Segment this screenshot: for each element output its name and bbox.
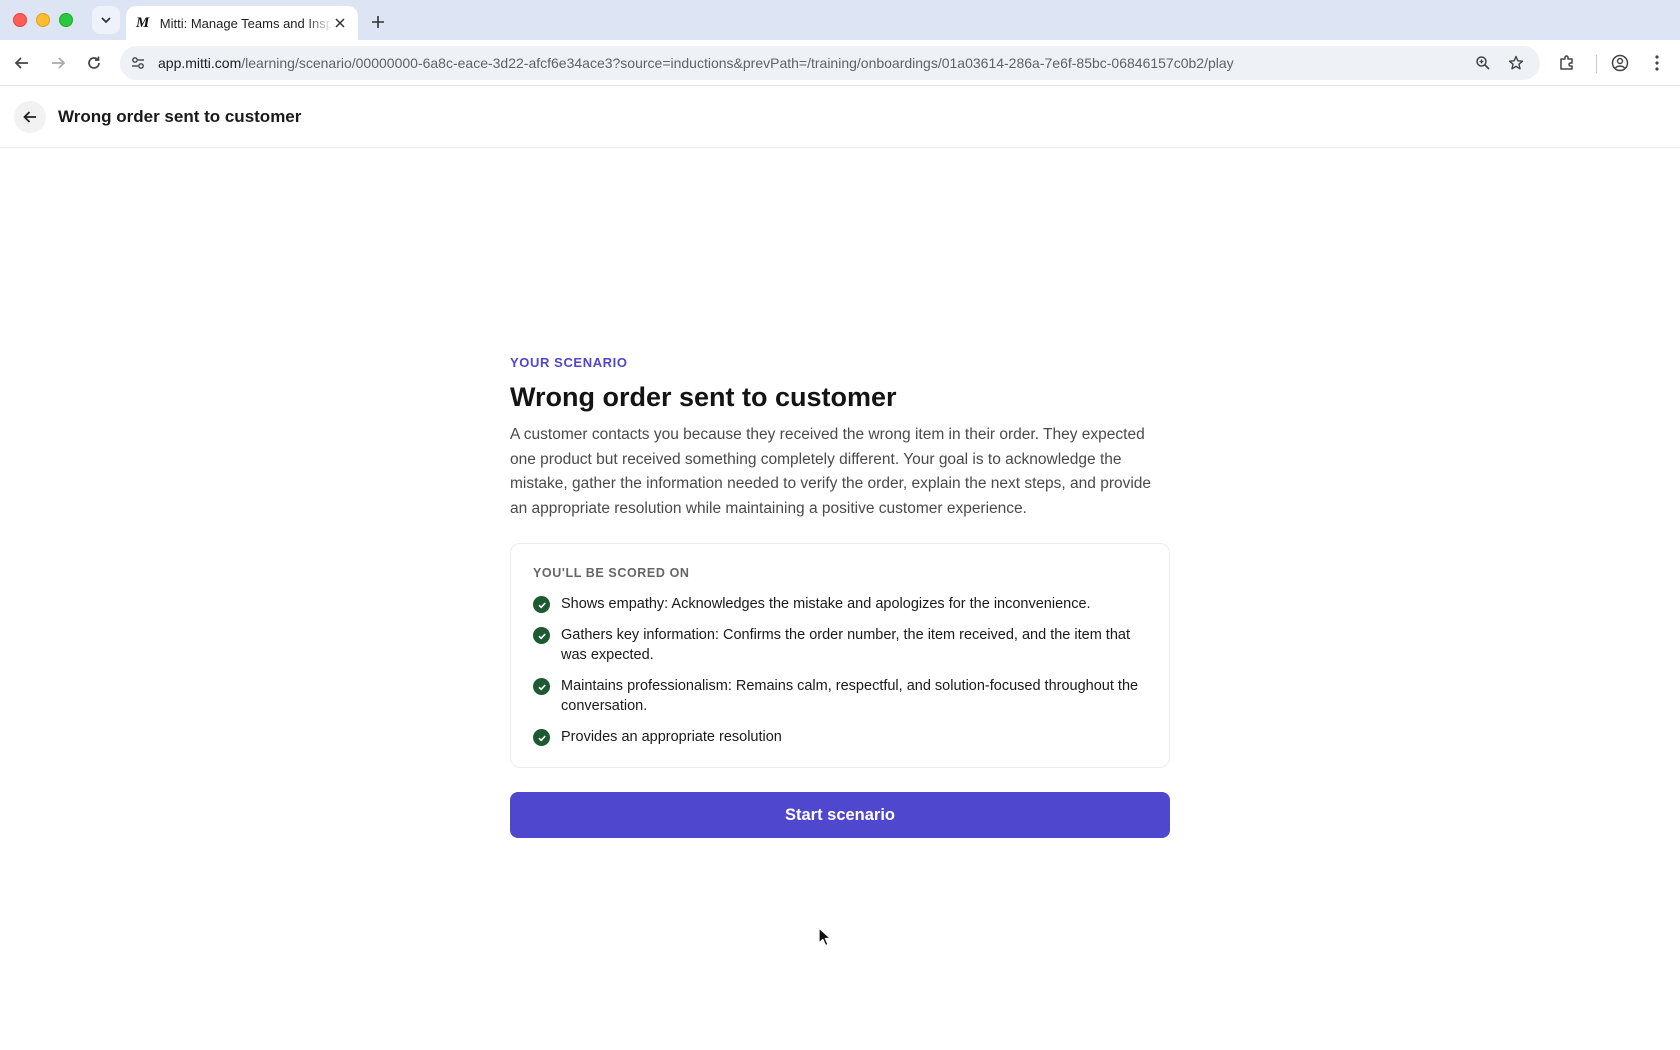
forward-nav-button[interactable] — [46, 51, 70, 75]
scoring-heading: YOU'LL BE SCORED ON — [533, 566, 690, 580]
profile-icon — [1611, 54, 1629, 72]
browser-tab[interactable]: M Mitti: Manage Teams and Inspections — [126, 6, 358, 40]
scenario-panel: YOUR SCENARIO Wrong order sent to custom… — [510, 355, 1170, 838]
mouse-cursor-icon — [818, 927, 832, 947]
check-circle-icon — [533, 596, 550, 613]
url-host: app.mitti.com — [158, 55, 242, 71]
toolbar-divider — [1596, 55, 1597, 73]
scoring-card: YOU'LL BE SCORED ON Shows empathy: Ackno… — [510, 543, 1170, 768]
back-nav-button[interactable] — [10, 51, 34, 75]
puzzle-icon — [1560, 55, 1573, 70]
more-vertical-icon — [1655, 55, 1659, 71]
scenario-eyebrow: YOUR SCENARIO — [510, 355, 628, 370]
arrow-left-icon — [23, 111, 36, 123]
extensions-button[interactable] — [1555, 51, 1579, 75]
criterion-text: Gathers key information: Confirms the or… — [561, 627, 1130, 663]
criterion-text: Shows empathy: Acknowledges the mistake … — [561, 596, 1091, 612]
bookmark-button[interactable] — [1507, 54, 1525, 72]
zoom-icon — [1476, 56, 1490, 70]
check-circle-icon — [533, 729, 550, 746]
browser-toolbar: app.mitti.com/learning/scenario/00000000… — [0, 40, 1680, 86]
tab-search-button[interactable] — [92, 6, 120, 34]
back-button[interactable] — [14, 101, 46, 133]
arrow-left-icon — [14, 57, 28, 69]
criterion-text: Maintains professionalism: Remains calm,… — [561, 678, 1139, 714]
reload-icon — [88, 56, 100, 69]
site-settings-icon[interactable] — [130, 55, 146, 71]
chevron-down-icon — [101, 17, 111, 24]
new-tab-button[interactable] — [366, 10, 390, 34]
window-minimize-button[interactable] — [36, 13, 50, 27]
browser-menu-button[interactable] — [1645, 51, 1669, 75]
app-header: Wrong order sent to customer — [0, 87, 1680, 148]
list-item: Provides an appropriate resolution — [533, 727, 1147, 747]
tab-close-button[interactable] — [332, 15, 348, 31]
browser-tabstrip: M Mitti: Manage Teams and Inspections — [0, 0, 1680, 40]
arrow-right-icon — [52, 57, 66, 69]
check-circle-icon — [533, 627, 550, 644]
reload-button[interactable] — [82, 51, 106, 75]
window-maximize-button[interactable] — [59, 13, 73, 27]
star-icon — [1508, 55, 1524, 70]
tab-title: Mitti: Manage Teams and Inspections — [159, 15, 333, 31]
scoring-criteria-list: Shows empathy: Acknowledges the mistake … — [533, 594, 1147, 747]
window-close-button[interactable] — [13, 13, 27, 27]
zoom-button[interactable] — [1474, 54, 1492, 72]
criterion-text: Provides an appropriate resolution — [561, 729, 782, 745]
address-bar[interactable]: app.mitti.com/learning/scenario/00000000… — [120, 46, 1540, 80]
check-circle-icon — [533, 678, 550, 695]
plus-icon — [372, 16, 384, 28]
close-icon — [335, 18, 345, 28]
list-item: Gathers key information: Confirms the or… — [533, 625, 1147, 665]
start-scenario-button[interactable]: Start scenario — [510, 792, 1170, 838]
scenario-title: Wrong order sent to customer — [510, 382, 897, 412]
url-text: app.mitti.com/learning/scenario/00000000… — [158, 55, 1234, 71]
mitti-logo-icon: M — [136, 15, 150, 31]
list-item: Shows empathy: Acknowledges the mistake … — [533, 594, 1147, 614]
scenario-description: A customer contacts you because they rec… — [510, 426, 1152, 517]
list-item: Maintains professionalism: Remains calm,… — [533, 676, 1147, 716]
url-path: /learning/scenario/00000000-6a8c-eace-3d… — [241, 55, 1234, 71]
profile-button[interactable] — [1608, 51, 1632, 75]
page-title: Wrong order sent to customer — [58, 107, 302, 126]
